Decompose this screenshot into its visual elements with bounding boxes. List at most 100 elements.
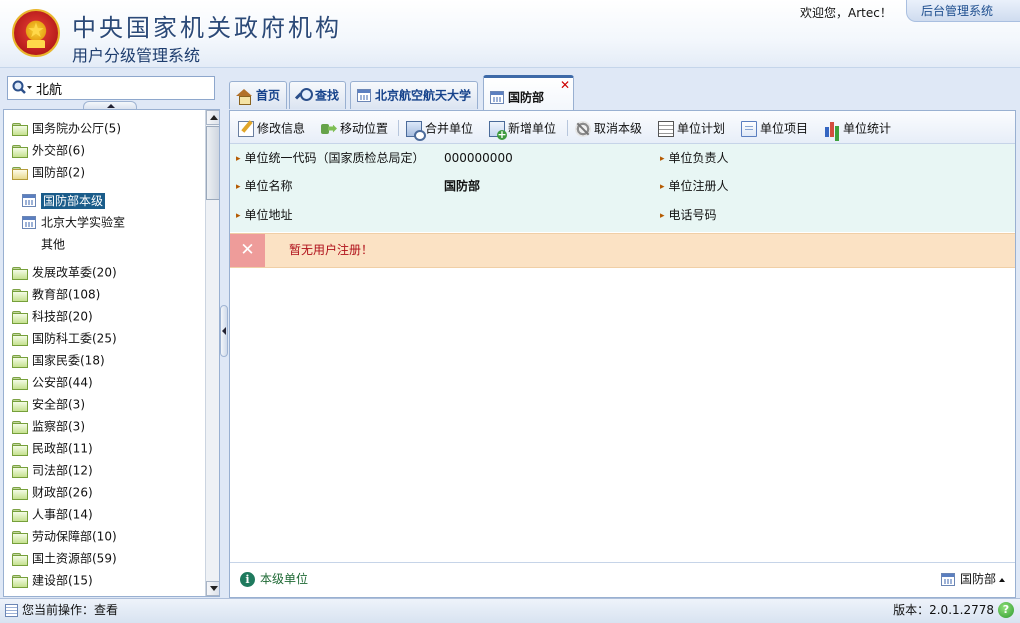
collapse-left-panel-handle[interactable] <box>220 305 228 357</box>
tree-folder-item[interactable]: 安全部(3) <box>12 394 85 414</box>
search-icon[interactable] <box>11 80 33 96</box>
folder-icon <box>12 266 28 280</box>
tree-item-label: 国防科工委(25) <box>32 331 117 346</box>
search-input[interactable] <box>36 79 212 97</box>
tree-child-item[interactable]: 其他 <box>41 234 65 254</box>
tree-item-label: 国务院办公厅(5) <box>32 121 121 136</box>
merge-unit-label: 合并单位 <box>425 121 474 136</box>
tree-item-label: 司法部(12) <box>32 463 93 478</box>
tree-folder-item[interactable]: 教育部(108) <box>12 284 100 304</box>
info-icon: i <box>240 572 255 587</box>
calendar-icon <box>490 91 504 104</box>
tree-folder-item[interactable]: 公安部(44) <box>12 372 93 392</box>
tree-folder-item[interactable]: 国防科工委(25) <box>12 328 117 348</box>
no-users-alert: ✕ 暂无用户注册！ <box>230 233 1015 268</box>
close-icon[interactable]: ✕ <box>230 234 265 267</box>
backend-admin-link[interactable]: 后台管理系统 <box>906 0 1020 22</box>
merge-icon <box>406 120 426 141</box>
folder-icon <box>12 288 28 302</box>
tree-item-label: 安全部(3) <box>32 397 85 412</box>
folder-icon <box>12 552 28 566</box>
add-unit-icon <box>489 120 507 140</box>
tree-folder-item[interactable]: 国防部(2) <box>12 162 85 182</box>
folder-icon <box>12 354 28 368</box>
document-icon <box>5 604 18 617</box>
edit-info-button[interactable]: 修改信息 <box>238 119 305 137</box>
tree-item-label: 其他 <box>41 237 66 252</box>
tab-beihang[interactable]: 北京航空航天大学 <box>350 81 479 109</box>
tab-strip: 首页 查找 北京航空航天大学 国防部 ✕ <box>229 75 1016 110</box>
unit-project-label: 单位项目 <box>760 121 809 136</box>
panel-footer: i 本级单位 国防部 <box>230 562 1015 597</box>
tree-folder-item[interactable]: 人事部(14) <box>12 504 93 524</box>
national-emblem-logo: ★ <box>12 9 60 57</box>
add-unit-label: 新增单位 <box>508 121 557 136</box>
add-unit-button[interactable]: 新增单位 <box>489 119 557 140</box>
move-position-label: 移动位置 <box>340 121 389 136</box>
unit-name-value: 国防部 <box>444 179 481 193</box>
alert-message: 暂无用户注册！ <box>289 243 374 257</box>
tree-folder-item[interactable]: 发展改革委(20) <box>12 262 117 282</box>
close-tab-icon[interactable]: ✕ <box>559 79 571 91</box>
tab-home[interactable]: 首页 <box>229 81 288 109</box>
toolbar: 修改信息 移动位置 合并单位 新增单位 取消本级 单位计划 单位项目 单位统计 <box>230 111 1015 144</box>
unit-plan-button[interactable]: 单位计划 <box>658 119 725 137</box>
tree-item-label: 国防部(2) <box>32 165 85 180</box>
tree-item-label: 监察部(3) <box>32 419 85 434</box>
calendar-icon <box>22 194 36 207</box>
calculator-icon <box>658 120 674 137</box>
caret-up-icon <box>999 577 1005 582</box>
tree-scrollbar[interactable] <box>205 110 219 596</box>
scroll-up-button[interactable] <box>206 110 219 125</box>
tree-item-label: 建设部(15) <box>32 573 93 588</box>
scroll-down-button[interactable] <box>206 581 219 596</box>
tab-defense-label: 国防部 <box>508 90 545 105</box>
toolbar-divider <box>398 120 399 136</box>
unit-code-label: ▸ 单位统一代码（国家质检总局定） <box>236 151 425 165</box>
tree-folder-item[interactable]: 外交部(6) <box>12 140 85 160</box>
tree-folder-item[interactable]: 国务院办公厅(5) <box>12 118 121 138</box>
tree-item-label: 人事部(14) <box>32 507 93 522</box>
status-bar: 您当前操作：查看 版本：2.0.1.2778 ? <box>0 598 1020 623</box>
tree-folder-item[interactable]: 监察部(3) <box>12 416 85 436</box>
unit-plan-label: 单位计划 <box>677 121 726 136</box>
tree-folder-item[interactable]: 科技部(20) <box>12 306 93 326</box>
search-box <box>7 76 215 100</box>
tree-item-label: 劳动保障部(10) <box>32 529 117 544</box>
tab-search[interactable]: 查找 <box>289 81 347 109</box>
help-icon[interactable]: ? <box>998 602 1014 618</box>
tree-folder-item[interactable]: 财政部(26) <box>12 482 93 502</box>
bar-chart-icon <box>824 121 840 137</box>
app-header: ★ 中央国家机关政府机构 用户分级管理系统 欢迎您，Artec！ 后台管理系统 <box>0 0 1020 68</box>
tree-folder-item[interactable]: 建设部(15) <box>12 570 93 590</box>
tab-defense[interactable]: 国防部 ✕ <box>483 75 574 110</box>
welcome-text: 欢迎您，Artec！ <box>800 6 892 20</box>
tree-folder-item[interactable]: 司法部(12) <box>12 460 93 480</box>
folder-icon <box>12 376 28 390</box>
unit-address-label: ▸ 单位地址 <box>236 208 293 222</box>
unit-info-panel: ▸ 单位统一代码（国家质检总局定） 000000000 ▸ 单位负责人 ▸ 单位名称 … <box>230 144 1015 232</box>
unit-project-button[interactable]: 单位项目 <box>741 119 808 137</box>
tree-child-item[interactable]: 国防部本级 <box>22 190 106 210</box>
tree-folder-item[interactable]: 民政部(11) <box>12 438 93 458</box>
folder-icon <box>12 310 28 324</box>
search-icon <box>296 88 313 103</box>
folder-icon <box>12 144 28 158</box>
app-subtitle: 用户分级管理系统 <box>72 46 201 65</box>
tree-folder-item[interactable]: 国土资源部(59) <box>12 548 117 568</box>
cancel-level-button[interactable]: 取消本级 <box>575 119 642 137</box>
tree-folder-item[interactable]: 国家民委(18) <box>12 350 105 370</box>
tree-folder-item[interactable]: 劳动保障部(10) <box>12 526 117 546</box>
left-panel: 国务院办公厅(5) 外交部(6) 国防部(2) 国防部本级北京大学实验室其他发展改革委… <box>3 72 220 597</box>
tree-item-label: 国土资源部(59) <box>32 551 117 566</box>
merge-unit-button[interactable]: 合并单位 <box>406 119 474 141</box>
tree-child-item[interactable]: 北京大学实验室 <box>22 212 125 232</box>
current-level-label: 本级单位 <box>260 572 309 586</box>
tree-item-label: 发展改革委(20) <box>32 265 117 280</box>
move-position-button[interactable]: 移动位置 <box>321 119 388 137</box>
unit-stats-button[interactable]: 单位统计 <box>824 119 891 137</box>
tab-search-label: 查找 <box>315 88 340 103</box>
unit-selector-dropdown[interactable]: 国防部 <box>940 563 1005 596</box>
scroll-thumb[interactable] <box>206 126 219 200</box>
tree-item-label: 公安部(44) <box>32 375 93 390</box>
